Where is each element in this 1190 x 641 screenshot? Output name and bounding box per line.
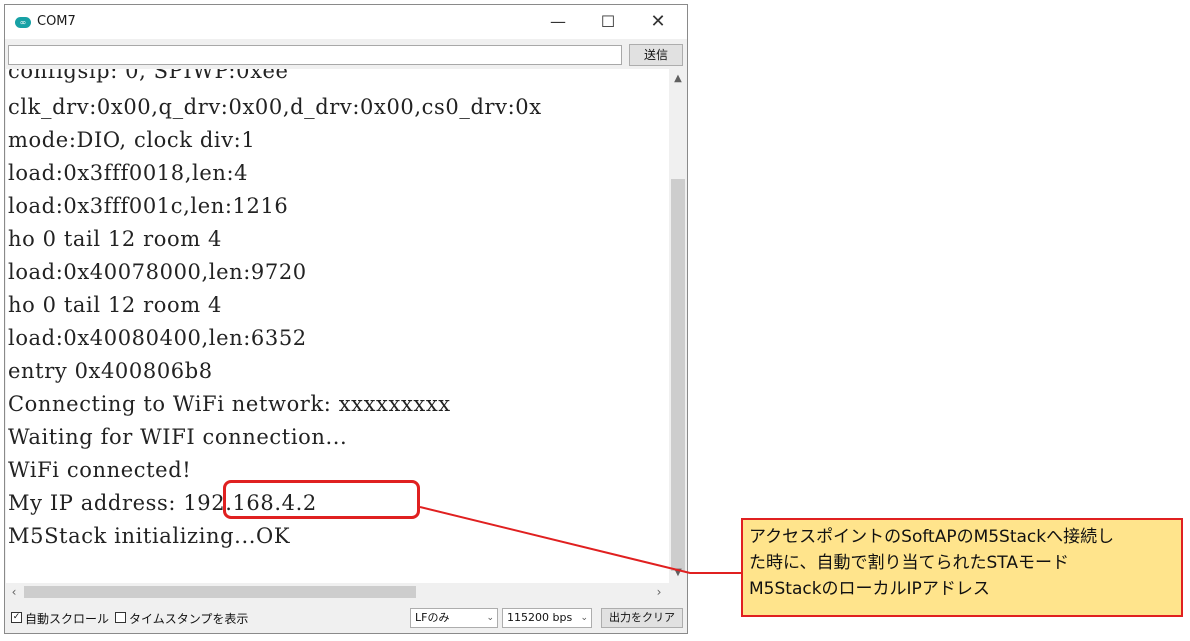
callout-line: M5StackのローカルIPアドレス [749,579,990,599]
annotation-callout: アクセスポイントのSoftAPのM5Stackへ接続し た時に、自動で割り当てら… [741,518,1183,617]
callout-line: た時に、自動で割り当てられたSTAモード [749,553,1069,573]
callout-line: アクセスポイントのSoftAPのM5Stackへ接続し [749,527,1115,547]
